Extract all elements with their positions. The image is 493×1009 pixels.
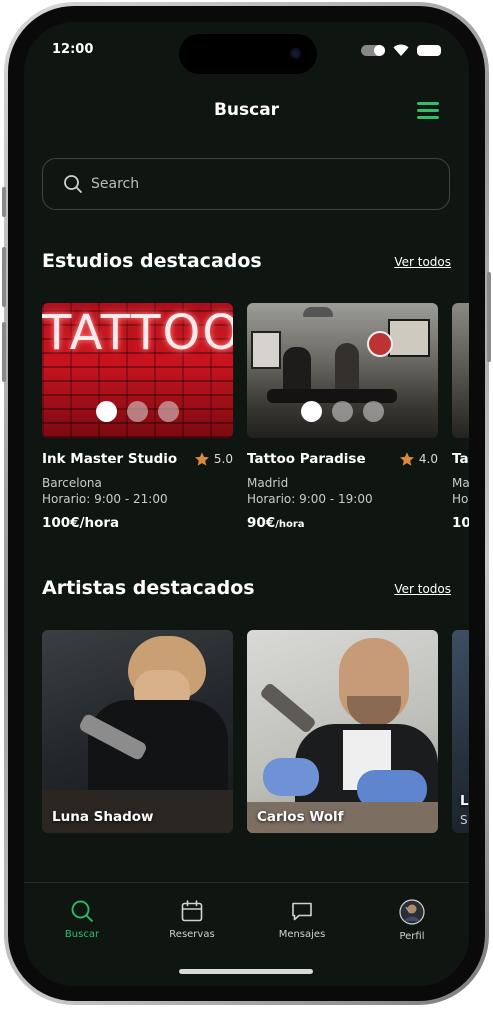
- tab-label: Perfil: [399, 931, 425, 942]
- studio-name: Ta: [452, 451, 469, 467]
- wall-art: [251, 331, 281, 369]
- carousel-dot[interactable]: [127, 401, 148, 422]
- studio-card[interactable]: TATTOO Ink Master Studio 5.0 Barcelona H…: [42, 303, 233, 543]
- volume-up-button: [2, 247, 6, 307]
- carousel-dot[interactable]: [158, 401, 179, 422]
- carousel-dots: [247, 401, 438, 422]
- price-unit: /hora: [275, 519, 305, 530]
- artist-card[interactable]: Carlos Wolf: [247, 630, 438, 833]
- studio-hours: Horario: 9:00 - 19:00: [247, 492, 373, 506]
- star-icon: [399, 452, 414, 466]
- app-screen: 12:00 Buscar Estudios destacados Ver tod…: [24, 22, 469, 986]
- search-icon: [64, 175, 82, 193]
- studio-city: Ma: [452, 476, 469, 490]
- artist-name: Carlos Wolf: [257, 809, 344, 825]
- artist-name: L: [460, 793, 469, 809]
- studio-card[interactable]: Tattoo Paradise 4.0 Madrid Horario: 9:00…: [247, 303, 438, 543]
- wifi-icon: [393, 44, 409, 56]
- menu-button[interactable]: [417, 100, 441, 120]
- studio-price: 10: [452, 515, 469, 531]
- studio-image: [452, 303, 469, 438]
- home-indicator[interactable]: [179, 969, 313, 974]
- search-bar[interactable]: [42, 158, 450, 210]
- studio-hours: Horario: 9:00 - 21:00: [42, 492, 168, 506]
- wall-art: [367, 331, 393, 357]
- neon-sign: TATTOO: [42, 305, 233, 361]
- focus-toggle-icon: [361, 44, 385, 56]
- search-icon: [71, 900, 93, 922]
- studio-price: 90€/hora: [247, 515, 305, 531]
- avatar: [399, 899, 425, 925]
- studio-image: TATTOO: [42, 303, 233, 438]
- studio-city: Madrid: [247, 476, 289, 490]
- studio-image: [247, 303, 438, 438]
- page-title: Buscar: [213, 100, 280, 120]
- section-title-artists: Artistas destacados: [42, 577, 255, 599]
- tab-label: Mensajes: [278, 929, 326, 940]
- menu-icon-line: [417, 109, 439, 112]
- artist-figure: [335, 343, 359, 393]
- artist-card[interactable]: L S: [452, 630, 469, 833]
- artist-photo: [347, 696, 401, 726]
- see-all-studios-link[interactable]: Ver todos: [394, 255, 451, 269]
- tab-reservas[interactable]: Reservas: [152, 899, 232, 940]
- battery-icon: [417, 44, 441, 56]
- artist-subtitle: S: [460, 813, 468, 827]
- carousel-dot[interactable]: [332, 401, 353, 422]
- studio-name: Ink Master Studio: [42, 451, 178, 467]
- artist-figure: [283, 347, 311, 395]
- studio-city: Barcelona: [42, 476, 102, 490]
- carousel-dot[interactable]: [96, 401, 117, 422]
- search-input[interactable]: [89, 175, 393, 193]
- studio-rating: 5.0: [194, 451, 233, 467]
- menu-icon-line: [417, 116, 439, 119]
- tab-perfil[interactable]: Perfil: [372, 899, 452, 942]
- studio-hours: Ho: [452, 492, 469, 506]
- carousel-dot[interactable]: [363, 401, 384, 422]
- camera-icon: [290, 48, 301, 59]
- rating-value: 4.0: [418, 452, 438, 466]
- message-icon: [292, 902, 312, 921]
- carousel-dots: [42, 401, 233, 422]
- ceiling-lamp: [303, 307, 333, 317]
- silent-switch: [2, 187, 6, 217]
- rating-value: 5.0: [213, 452, 233, 466]
- tattoo-machine: [259, 681, 317, 735]
- tab-label: Buscar: [64, 929, 100, 940]
- dynamic-island: [179, 34, 317, 74]
- studio-price: 100€/hora: [42, 515, 119, 531]
- studio-name: Tattoo Paradise: [247, 451, 366, 467]
- star-icon: [194, 452, 209, 466]
- carousel-dot[interactable]: [301, 401, 322, 422]
- status-icons: [361, 44, 441, 56]
- wall-art: [388, 319, 430, 357]
- calendar-icon: [181, 900, 203, 922]
- studio-card[interactable]: Ta Ma Ho 10: [452, 303, 469, 543]
- section-title-studios: Estudios destacados: [42, 250, 262, 272]
- price-value: 100€: [42, 515, 80, 531]
- power-button: [487, 272, 491, 362]
- tab-mensajes[interactable]: Mensajes: [262, 899, 342, 940]
- see-all-artists-link[interactable]: Ver todos: [394, 582, 451, 596]
- tab-label: Reservas: [169, 929, 215, 940]
- menu-icon: [417, 102, 439, 105]
- tab-buscar[interactable]: Buscar: [42, 899, 122, 940]
- price-unit: /hora: [79, 515, 120, 531]
- volume-down-button: [2, 322, 6, 382]
- price-value: 90€: [247, 515, 276, 531]
- gloved-hands: [263, 758, 319, 796]
- artist-card[interactable]: Luna Shadow: [42, 630, 233, 833]
- status-time: 12:00: [52, 42, 94, 57]
- artist-name: Luna Shadow: [52, 809, 154, 825]
- studio-rating: 4.0: [399, 451, 438, 467]
